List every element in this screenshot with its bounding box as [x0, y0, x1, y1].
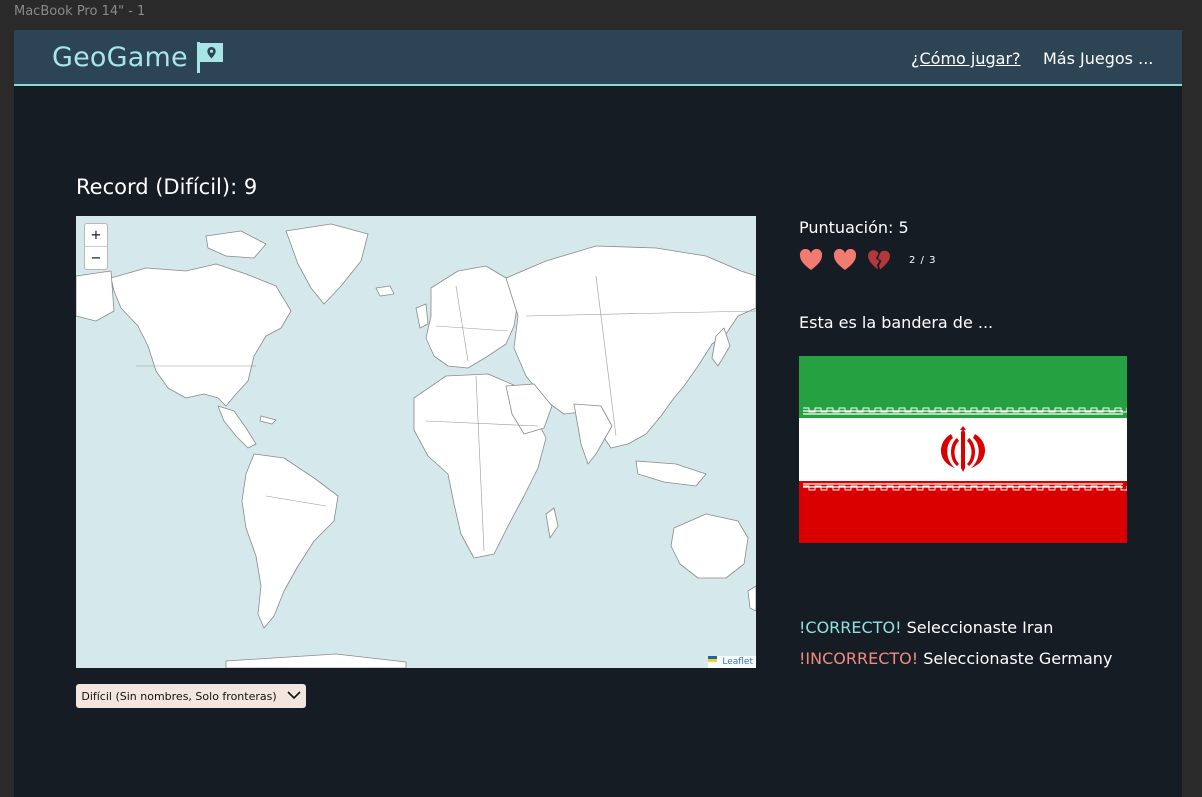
nav-how-to-play-link[interactable]: ¿Cómo jugar? — [911, 49, 1021, 68]
landmass-australia — [670, 513, 749, 579]
zoom-out-button[interactable]: − — [85, 246, 107, 269]
frame-label: MacBook Pro 14" - 1 — [14, 4, 146, 19]
landmass-antarctica — [225, 653, 407, 668]
question-prompt: Esta es la bandera de ... — [799, 313, 994, 332]
world-map[interactable]: + − Leaflet — [76, 216, 756, 668]
landmass-new-zealand — [747, 585, 756, 612]
lives-indicator: 2 / 3 — [799, 248, 937, 271]
result-status-incorrect: !INCORRECTO! — [799, 649, 919, 668]
difficulty-select[interactable]: Difícil (Sin nombres, Solo fronteras) — [76, 684, 306, 708]
landmass-arctic-islands — [205, 230, 267, 259]
top-header: GeoGame ¿Cómo jugar? Más Juegos ... — [14, 30, 1182, 86]
lives-count: 2 / 3 — [909, 254, 937, 266]
result-message: Seleccionaste Iran — [906, 618, 1054, 637]
landmass-uk — [415, 303, 429, 329]
iran-flag-image — [799, 356, 1140, 543]
result-message: Seleccionaste Germany — [923, 649, 1113, 668]
flag-pin-icon — [196, 40, 226, 74]
heart-full-icon — [833, 248, 857, 271]
landmass-europe — [425, 265, 519, 369]
heart-broken-icon — [867, 249, 891, 271]
logo[interactable]: GeoGame — [52, 40, 226, 74]
difficulty-selected-value: Difícil (Sin nombres, Solo fronteras) — [81, 689, 277, 703]
map-attribution[interactable]: Leaflet — [708, 656, 756, 668]
ukraine-flag-icon — [708, 656, 720, 665]
result-line: !INCORRECTO! Seleccionaste Germany — [799, 649, 1112, 668]
score-label: Puntuación: 5 — [799, 218, 909, 237]
landmass-iceland — [375, 285, 395, 297]
landmass-madagascar — [545, 507, 559, 539]
heart-full-icon — [799, 248, 823, 271]
result-status-correct: !CORRECTO! — [799, 618, 902, 637]
nav-more-games-link[interactable]: Más Juegos ... — [1043, 49, 1153, 68]
app-window: GeoGame ¿Cómo jugar? Más Juegos ... Reco… — [14, 30, 1182, 797]
landmass-north-america — [110, 263, 292, 407]
landmass-alaska — [76, 270, 115, 322]
attribution-link[interactable]: Leaflet — [722, 657, 753, 667]
result-line: !CORRECTO! Seleccionaste Iran — [799, 618, 1053, 637]
record-title: Record (Difícil): 9 — [76, 175, 258, 199]
world-map-shapes[interactable] — [76, 216, 756, 668]
map-zoom-control: + − — [84, 223, 108, 270]
landmass-caribbean — [259, 415, 277, 425]
zoom-in-button[interactable]: + — [85, 224, 107, 246]
logo-text: GeoGame — [52, 41, 188, 73]
landmass-greenland — [285, 223, 369, 305]
landmass-southeast-asia-islands — [635, 460, 707, 487]
landmass-south-america — [241, 453, 339, 629]
chevron-down-icon — [287, 690, 301, 703]
landmass-central-america — [217, 405, 257, 449]
